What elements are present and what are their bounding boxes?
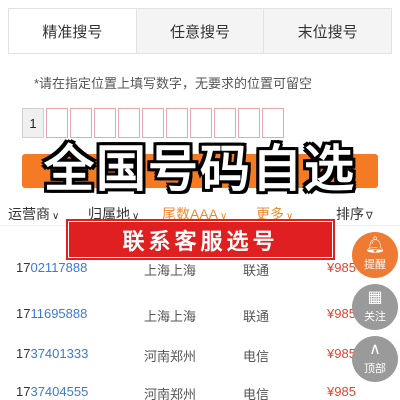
digit-input[interactable]	[142, 108, 164, 138]
number-location: 河南郑州	[144, 349, 197, 364]
number-carrier: 电信	[243, 387, 270, 400]
follow-label: 关注	[364, 311, 386, 323]
remind-button[interactable]: 🔔︎ 提醒	[352, 232, 398, 278]
phone-number: 1711695888	[16, 306, 88, 321]
chevron-up-icon: ∧	[369, 341, 381, 358]
digit-input[interactable]	[70, 108, 92, 138]
number-carrier: 联通	[243, 309, 270, 324]
digit-input[interactable]	[238, 108, 260, 138]
digit-inputs: 1	[22, 108, 284, 138]
filter-label: 归属地	[88, 206, 130, 222]
filter-label: 尾数AAA	[162, 206, 219, 222]
digit-input[interactable]	[214, 108, 236, 138]
tab-exact-search[interactable]: 精准搜号	[9, 9, 137, 53]
filter-sort[interactable]: 排序 ∇	[336, 204, 373, 224]
number-row[interactable]: 1702117888 上海上海 联通 ¥985	[0, 246, 400, 292]
number-price: ¥985	[327, 260, 356, 275]
filter-funnel-icon: ∇	[366, 211, 373, 222]
qr-icon: ▦	[367, 289, 383, 306]
digit-input[interactable]	[262, 108, 284, 138]
digit-input[interactable]: 1	[22, 108, 44, 138]
phone-number: 1737404555	[16, 384, 89, 399]
number-row[interactable]: 1737404555 河南郑州 电信 ¥985	[0, 370, 400, 400]
remind-label: 提醒	[364, 259, 386, 271]
number-location: 河南郑州	[144, 387, 197, 400]
filter-label: 运营商	[8, 206, 50, 222]
digit-input[interactable]	[190, 108, 212, 138]
number-carrier: 联通	[243, 263, 270, 278]
digit-input[interactable]	[166, 108, 188, 138]
number-carrier: 电信	[243, 349, 270, 364]
bell-icon: 🔔︎	[364, 237, 386, 254]
filter-label: 更多	[256, 206, 284, 222]
phone-number: 1702117888	[16, 260, 88, 275]
digit-input[interactable]	[94, 108, 116, 138]
number-location: 上海上海	[144, 263, 197, 278]
number-price: ¥985	[327, 384, 356, 399]
input-hint: *请在指定位置上填写数字，无要求的位置可留空	[34, 76, 313, 91]
filter-label: 排序	[336, 206, 364, 222]
chevron-down-icon: ∨	[52, 211, 60, 222]
search-button[interactable]	[22, 154, 378, 188]
tab-any-search[interactable]: 任意搜号	[137, 9, 265, 53]
follow-button[interactable]: ▦ 关注	[352, 284, 398, 330]
tab-ending-search[interactable]: 末位搜号	[264, 9, 391, 53]
search-tabs: 精准搜号 任意搜号 末位搜号	[8, 8, 392, 54]
filter-carrier[interactable]: 运营商 ∨	[8, 204, 59, 224]
back-to-top-button[interactable]: ∧ 顶部	[352, 336, 398, 382]
phone-number: 1737401333	[16, 346, 89, 361]
number-location: 上海上海	[144, 309, 197, 324]
top-label: 顶部	[364, 363, 386, 375]
digit-input[interactable]	[46, 108, 68, 138]
digit-input[interactable]	[118, 108, 140, 138]
